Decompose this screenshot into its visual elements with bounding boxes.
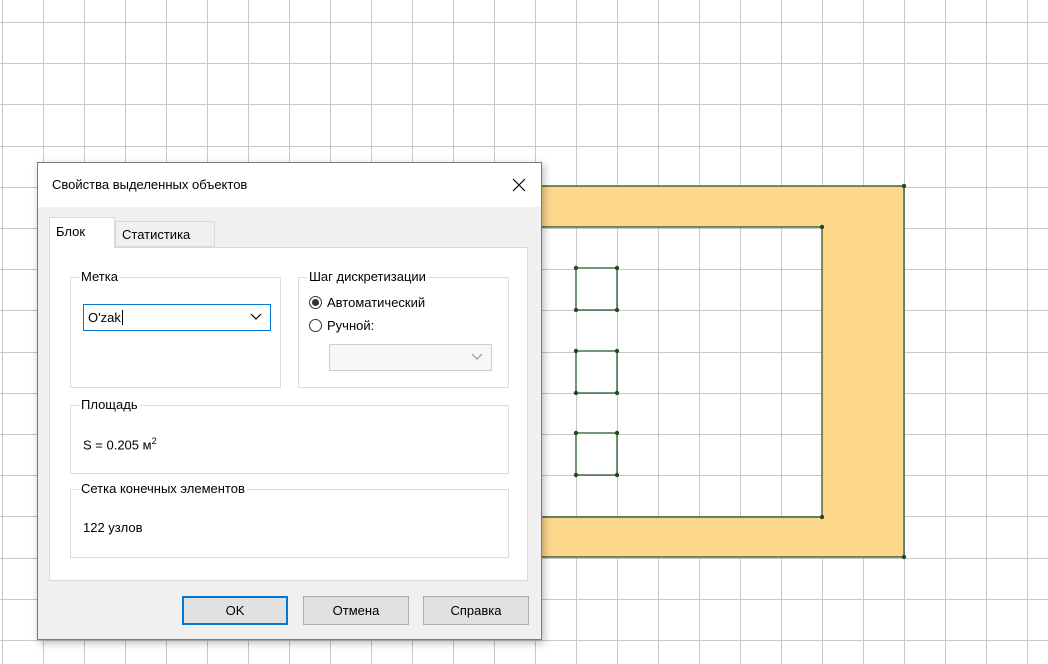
vertex-node[interactable] [614,348,620,354]
chevron-down-icon [471,353,483,360]
vertex-node[interactable] [614,472,620,478]
vertex-node[interactable] [901,554,907,560]
tab-block[interactable]: Блок [49,217,115,248]
help-button-label: Справка [450,603,502,618]
vertex-node[interactable] [573,430,579,436]
radio-manual[interactable]: Ручной: [309,318,374,333]
area-value: S = 0.205 м2 [83,436,157,452]
vertex-node[interactable] [573,265,579,271]
radio-automatic[interactable]: Автоматический [309,295,425,310]
area-group: Площадь S = 0.205 м2 [70,397,509,474]
vertex-node[interactable] [573,307,579,313]
discretization-group: Шаг дискретизации Автоматический Ручной: [298,269,509,388]
block-square-1[interactable] [575,267,618,311]
radio-automatic-indicator [309,296,322,309]
text-caret [121,310,123,325]
manual-step-combobox[interactable] [329,344,492,371]
label-value-text: O'zak [88,310,121,325]
tab-page-block: Метка O'zak Шаг дискретизации Автоматиче… [49,247,528,581]
dialog-title: Свойства выделенных объектов [52,177,248,192]
mesh-node-count: 122 узлов [83,520,143,535]
area-value-main: S = 0.205 м [83,437,152,453]
label-group-title: Метка [79,269,120,285]
mesh-group-title: Сетка конечных элементов [79,481,247,497]
area-value-exponent: 2 [151,436,157,446]
block-square-2[interactable] [575,350,618,394]
discretization-group-title: Шаг дискретизации [307,269,428,285]
chevron-down-icon [250,313,262,320]
tab-block-label: Блок [56,224,86,239]
vertex-node[interactable] [614,430,620,436]
ok-button[interactable]: OK [182,596,288,625]
vertex-node[interactable] [614,390,620,396]
mesh-group: Сетка конечных элементов 122 узлов [70,481,509,558]
tab-statistics[interactable]: Статистика [115,221,215,247]
close-button[interactable] [497,163,541,207]
title-bar[interactable]: Свойства выделенных объектов [38,163,541,207]
vertex-node[interactable] [573,472,579,478]
block-square-3[interactable] [575,432,618,476]
vertex-node[interactable] [901,183,907,189]
vertex-node[interactable] [573,390,579,396]
vertex-node[interactable] [614,307,620,313]
vertex-node[interactable] [819,514,825,520]
vertex-node[interactable] [573,348,579,354]
label-group: Метка O'zak [70,269,281,388]
vertex-node[interactable] [614,265,620,271]
ok-button-label: OK [225,603,245,618]
area-group-title: Площадь [79,397,140,413]
radio-manual-label: Ручной: [327,318,375,333]
label-combobox-value: O'zak [88,310,123,325]
radio-automatic-label: Автоматический [327,295,426,310]
radio-manual-indicator [309,319,322,332]
properties-dialog: Свойства выделенных объектов Блок Статис… [37,162,542,640]
help-button[interactable]: Справка [423,596,529,625]
cancel-button-label: Отмена [332,603,380,618]
vertex-node[interactable] [819,224,825,230]
label-combobox[interactable]: O'zak [83,304,271,331]
close-icon [512,178,526,192]
cancel-button[interactable]: Отмена [303,596,409,625]
tab-statistics-label: Статистика [122,227,191,242]
